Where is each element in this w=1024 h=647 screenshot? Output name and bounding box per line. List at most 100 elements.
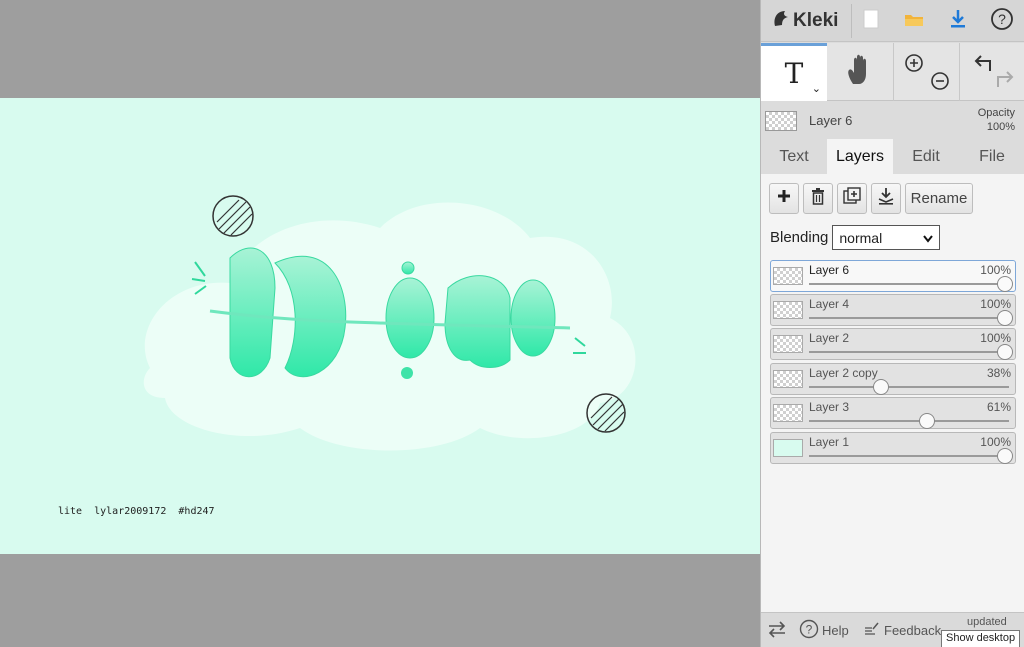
layer-row-layer-3[interactable]: Layer 3 61% xyxy=(770,397,1016,429)
layer-name: Layer 3 xyxy=(809,400,850,414)
plus-icon xyxy=(777,189,791,208)
open-image-button[interactable] xyxy=(897,4,931,38)
opacity-slider-track[interactable] xyxy=(809,283,1009,285)
opacity-slider-track[interactable] xyxy=(809,317,1009,319)
merge-down-icon xyxy=(877,187,895,210)
right-panel: Kleki ? T ⌄ Layer 6 Opacity 100% Text La… xyxy=(760,0,1024,647)
opacity-slider-handle[interactable] xyxy=(997,344,1013,360)
layer-name: Layer 2 xyxy=(809,331,850,345)
opacity-slider-handle[interactable] xyxy=(873,379,889,395)
opacity-label: Opacity xyxy=(977,107,1015,119)
layer-opacity: 100% xyxy=(980,331,1011,345)
divider xyxy=(851,4,852,38)
tab-layers[interactable]: Layers xyxy=(827,139,893,174)
opacity-slider-track[interactable] xyxy=(809,351,1009,353)
layer-thumbnail xyxy=(773,267,803,285)
feedback-label: Feedback xyxy=(884,623,942,638)
layer-row-layer-2-copy[interactable]: Layer 2 copy 38% xyxy=(770,363,1016,395)
layer-opacity: 100% xyxy=(980,263,1011,277)
layer-thumbnail xyxy=(773,335,803,353)
current-layer-opacity: Opacity 100% xyxy=(978,106,1015,134)
layer-row-layer-4[interactable]: Layer 4 100% xyxy=(770,294,1016,326)
zoom-in-icon[interactable] xyxy=(904,53,924,78)
current-layer-info: Layer 6 Opacity 100% xyxy=(761,102,1024,138)
app-name: Kleki xyxy=(793,10,839,31)
tab-edit[interactable]: Edit xyxy=(893,139,959,174)
redo-icon[interactable] xyxy=(994,69,1016,94)
undo-redo-buttons xyxy=(959,43,1024,101)
swap-arrows-icon xyxy=(767,620,787,641)
opacity-slider-track[interactable] xyxy=(809,455,1009,457)
help-label: Help xyxy=(822,623,849,638)
layers-panel: Rename Blending normal Layer 6 100% Laye… xyxy=(761,174,1024,614)
undo-icon[interactable] xyxy=(972,53,994,78)
duplicate-icon xyxy=(843,187,861,210)
rename-layer-button[interactable]: Rename xyxy=(905,183,973,214)
current-layer-thumbnail xyxy=(765,111,797,131)
question-circle-icon: ? xyxy=(799,619,819,642)
drawing-canvas[interactable]: lite lylar2009172 #hd247 xyxy=(0,98,760,554)
layer-thumbnail xyxy=(773,404,803,422)
opacity-slider-track[interactable] xyxy=(809,420,1009,422)
svg-text:?: ? xyxy=(806,623,813,637)
layer-thumbnail xyxy=(773,301,803,319)
new-image-button[interactable] xyxy=(854,4,888,38)
opacity-slider-track[interactable] xyxy=(809,386,1009,388)
delete-layer-button[interactable] xyxy=(803,183,833,214)
question-circle-icon: ? xyxy=(990,7,1014,36)
hatched-circle-top xyxy=(212,195,254,237)
kleki-logo[interactable]: Kleki xyxy=(771,6,838,36)
zoom-buttons xyxy=(893,43,959,101)
text-tool-button[interactable]: T ⌄ xyxy=(761,43,827,101)
opacity-slider-handle[interactable] xyxy=(997,448,1013,464)
layer-row-layer-6[interactable]: Layer 6 100% xyxy=(770,260,1016,292)
merge-layer-button[interactable] xyxy=(871,183,901,214)
hand-tool-button[interactable] xyxy=(827,43,893,101)
panel-tabs: Text Layers Edit File xyxy=(761,139,1024,174)
layer-name: Layer 4 xyxy=(809,297,850,311)
duplicate-layer-button[interactable] xyxy=(837,183,867,214)
workspace[interactable]: lite lylar2009172 #hd247 xyxy=(0,0,760,647)
layer-name: Layer 1 xyxy=(809,435,850,449)
help-link[interactable]: ? Help xyxy=(799,613,849,647)
opacity-value: 100% xyxy=(986,121,1015,133)
layer-opacity: 38% xyxy=(986,366,1011,380)
opacity-slider-handle[interactable] xyxy=(919,413,935,429)
layer-thumbnail xyxy=(773,370,803,388)
help-button[interactable]: ? xyxy=(985,4,1019,38)
opacity-slider-handle[interactable] xyxy=(997,276,1013,292)
hand-icon xyxy=(845,54,875,91)
chevron-down-icon xyxy=(923,230,934,246)
opacity-slider-handle[interactable] xyxy=(997,310,1013,326)
top-bar: Kleki ? xyxy=(761,0,1024,42)
swap-sides-button[interactable] xyxy=(767,613,787,647)
blending-select[interactable]: normal xyxy=(832,225,941,250)
layer-opacity: 61% xyxy=(986,400,1011,414)
layer-name: Layer 2 copy xyxy=(809,366,878,380)
add-layer-button[interactable] xyxy=(769,183,799,214)
svg-text:?: ? xyxy=(998,11,1006,27)
chevron-down-icon[interactable]: ⌄ xyxy=(812,82,821,95)
download-icon xyxy=(949,9,967,34)
save-button[interactable] xyxy=(941,4,975,38)
trash-icon xyxy=(811,187,825,210)
layer-row-layer-1[interactable]: Layer 1 100% xyxy=(770,432,1016,464)
bottom-bar: ? Help Feedback updated Show desktop xyxy=(761,612,1024,647)
feedback-link[interactable]: Feedback xyxy=(863,613,941,647)
tab-file[interactable]: File xyxy=(959,139,1024,174)
new-file-icon xyxy=(863,9,879,34)
updated-label[interactable]: updated xyxy=(967,616,1007,628)
kleki-bird-icon xyxy=(771,8,791,34)
blending-label: Blending xyxy=(770,229,829,246)
layer-row-layer-2[interactable]: Layer 2 100% xyxy=(770,328,1016,360)
artwork xyxy=(143,195,636,451)
tab-text[interactable]: Text xyxy=(761,139,827,174)
blending-row: Blending normal xyxy=(770,225,941,250)
tooltip: Show desktop xyxy=(941,630,1021,647)
text-tool-icon: T xyxy=(784,57,804,90)
layer-opacity: 100% xyxy=(980,435,1011,449)
layer-thumbnail xyxy=(773,439,803,457)
credit-text: lite lylar2009172 #hd247 xyxy=(58,506,215,517)
current-layer-name: Layer 6 xyxy=(809,113,853,128)
zoom-out-icon[interactable] xyxy=(930,71,950,96)
